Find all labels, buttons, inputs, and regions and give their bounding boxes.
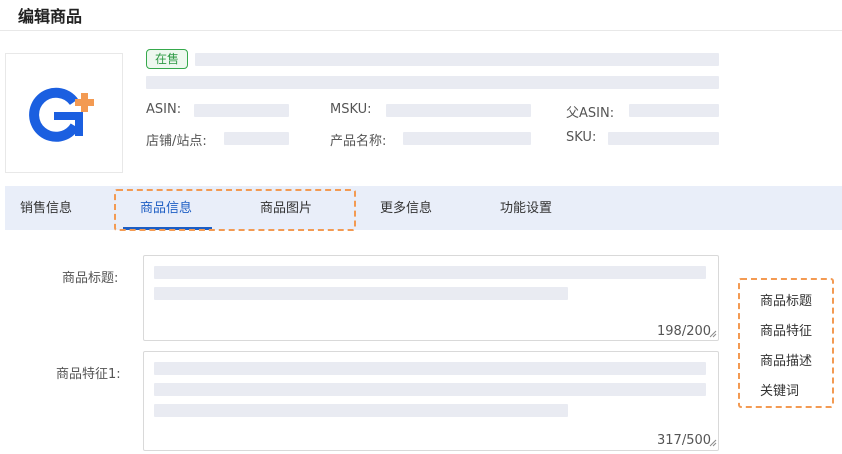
sku-value xyxy=(608,132,719,145)
feature1-text-line xyxy=(154,404,568,417)
store-site-label: 店铺/站点: xyxy=(146,134,207,149)
feature1-textarea[interactable]: 317/500 xyxy=(143,351,719,451)
msku-label: MSKU: xyxy=(330,102,372,117)
parent-asin-label: 父ASIN: xyxy=(566,106,615,121)
tab-more-info[interactable]: 更多信息 xyxy=(380,186,432,230)
parent-asin-value xyxy=(629,104,719,117)
page-title: 编辑商品 xyxy=(18,7,83,26)
side-item-description[interactable]: 商品描述 xyxy=(760,350,812,369)
status-badge: 在售 xyxy=(146,49,188,69)
feature1-text-line xyxy=(154,362,706,375)
title-textarea[interactable]: 198/200 xyxy=(143,255,719,341)
title-text-line xyxy=(154,266,706,279)
store-site-value xyxy=(224,132,289,145)
feature1-text-line xyxy=(154,383,706,396)
product-name-label: 产品名称: xyxy=(330,134,387,149)
brand-logo-icon xyxy=(29,87,94,142)
feature1-char-count: 317/500 xyxy=(657,433,712,448)
product-title-placeholder xyxy=(146,76,719,89)
page-header: 编辑商品 xyxy=(0,0,842,31)
product-image[interactable] xyxy=(5,53,123,173)
active-tab-indicator xyxy=(123,227,212,230)
side-item-features[interactable]: 商品特征 xyxy=(760,320,812,339)
title-char-count: 198/200 xyxy=(657,324,712,339)
tab-product-info[interactable]: 商品信息 xyxy=(140,186,192,230)
msku-value xyxy=(386,104,531,117)
side-item-title[interactable]: 商品标题 xyxy=(760,290,812,309)
side-anchor-menu: 商品标题 商品特征 商品描述 关键词 xyxy=(741,281,833,406)
title-text-line xyxy=(154,287,568,300)
side-item-keywords[interactable]: 关键词 xyxy=(760,380,799,399)
product-title-placeholder xyxy=(195,53,719,66)
title-field-label: 商品标题: xyxy=(62,271,119,286)
product-name-value xyxy=(403,132,531,145)
asin-value xyxy=(194,104,289,117)
asin-label: ASIN: xyxy=(146,102,182,117)
tab-feature-settings[interactable]: 功能设置 xyxy=(500,186,552,230)
tab-sales-info[interactable]: 销售信息 xyxy=(20,186,72,230)
resize-handle-icon[interactable] xyxy=(709,330,717,338)
resize-handle-icon[interactable] xyxy=(709,439,717,447)
feature1-field-label: 商品特征1: xyxy=(56,367,121,382)
sku-label: SKU: xyxy=(566,130,597,145)
tab-product-images[interactable]: 商品图片 xyxy=(260,186,312,230)
